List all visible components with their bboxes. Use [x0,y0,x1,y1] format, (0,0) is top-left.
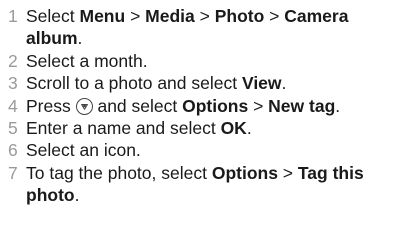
instruction-steps: 1 Select Menu > Media > Photo > Camera al… [0,0,400,207]
step-number: 7 [8,162,18,183]
instruction-text: . [335,95,341,116]
step-4: 4 Press and select Options > New tag. [4,95,386,117]
menu-term: Options [211,162,278,183]
menu-term: Menu [79,6,126,26]
step-2: 2 Select a month. [4,50,386,72]
step-text: Enter a name and select OK. [26,118,252,138]
step-7: 7 To tag the photo, select Options > Tag … [4,162,386,207]
instruction-text: . [281,73,287,94]
instruction-text: Scroll to a photo and select [26,73,242,94]
step-1: 1 Select Menu > Media > Photo > Camera al… [4,5,386,50]
step-number: 2 [8,50,18,71]
menu-term: Options [182,95,249,116]
step-5: 5 Enter a name and select OK. [4,117,386,139]
instruction-text: . [74,185,80,206]
step-number: 3 [8,73,18,94]
step-text: Scroll to a photo and select View. [26,73,286,93]
instruction-text: > [194,6,215,26]
instruction-text: . [77,28,83,49]
step-3: 3 Scroll to a photo and select View. [4,72,386,94]
step-text: Select Menu > Media > Photo > Camera alb… [26,6,348,48]
instruction-text: Select a month. [26,50,148,71]
navigation-key-icon [75,97,93,115]
step-text: To tag the photo, select Options > Tag t… [26,163,364,205]
step-6: 6 Select an icon. [4,139,386,161]
instruction-text: > [248,95,269,116]
menu-term: Media [145,6,195,26]
instruction-text: and select [92,95,183,116]
instruction-text: > [264,6,285,26]
instruction-text: Select an icon. [26,140,141,161]
instruction-text: To tag the photo, select [26,162,212,183]
instruction-text: > [277,162,298,183]
step-text: Press and select Options > New tag. [26,96,340,116]
instruction-text: . [246,118,252,139]
instruction-text: > [125,6,146,26]
step-number: 4 [8,95,18,116]
menu-term: Photo [214,6,265,26]
menu-term: New tag [268,95,336,116]
step-number: 5 [8,118,18,139]
step-number: 6 [8,140,18,161]
instruction-text: Select [26,6,80,26]
instruction-text: Press [26,95,76,116]
step-text: Select an icon. [26,140,141,160]
step-number: 1 [8,6,18,26]
step-text: Select a month. [26,51,148,71]
instruction-text: Enter a name and select [26,118,221,139]
menu-term: OK [220,118,247,139]
menu-term: View [241,73,282,94]
